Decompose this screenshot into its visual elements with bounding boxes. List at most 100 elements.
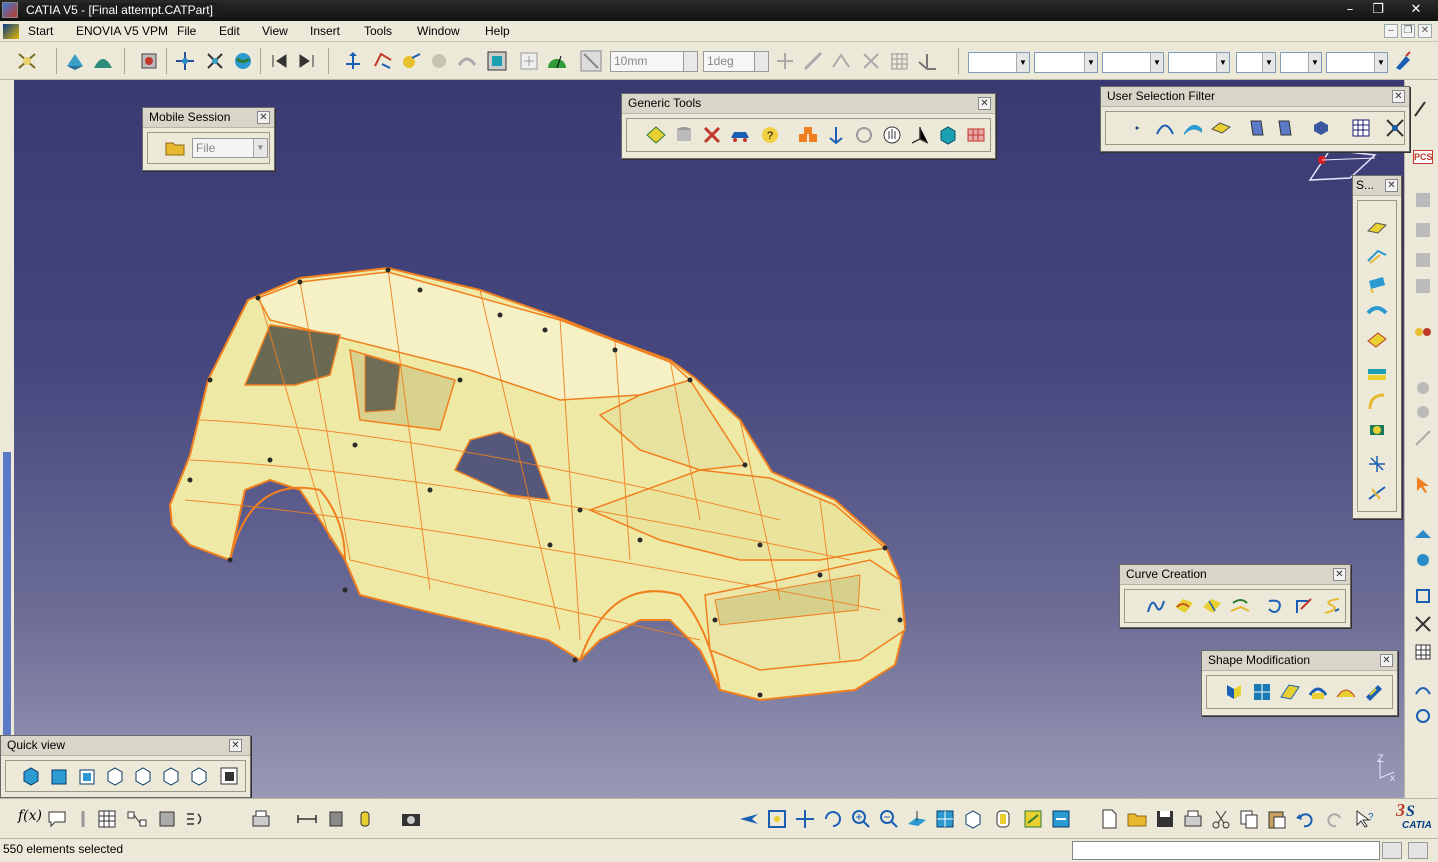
formula-icon[interactable]: f(x): [18, 808, 42, 830]
pan-icon[interactable]: [794, 808, 816, 830]
tree-tool-4-icon[interactable]: [1413, 276, 1433, 296]
menu-edit[interactable]: Edit: [219, 24, 240, 38]
doc-minimize-button[interactable]: –: [1384, 24, 1398, 38]
3d-curve-icon[interactable]: [1145, 595, 1167, 617]
group-filter-icon[interactable]: [1310, 117, 1332, 139]
mobile-session-header[interactable]: Mobile Session ✕: [143, 108, 274, 128]
normal-view-icon[interactable]: [906, 808, 928, 830]
match-surface-icon[interactable]: [1279, 681, 1301, 703]
grey-tool-4-icon[interactable]: [860, 50, 882, 72]
grid-filter-icon[interactable]: [1350, 117, 1372, 139]
print-3d-icon[interactable]: [250, 808, 272, 830]
status-button-1[interactable]: [1382, 842, 1402, 859]
hide-show-icon[interactable]: [1022, 808, 1044, 830]
doc-close-button[interactable]: ✕: [1418, 24, 1432, 38]
view-mode-icon[interactable]: [486, 50, 508, 72]
transparency-combo[interactable]: ▼: [1034, 52, 1098, 73]
right-view-icon[interactable]: [132, 765, 154, 787]
quick-view-close-button[interactable]: ✕: [229, 739, 242, 752]
table-icon[interactable]: [1413, 642, 1433, 662]
color-combo[interactable]: ▼: [968, 52, 1030, 73]
new-icon[interactable]: [1098, 808, 1120, 830]
menu-start[interactable]: Start: [28, 24, 53, 38]
zoom-area-icon[interactable]: [1413, 614, 1433, 634]
sketch-icon[interactable]: [400, 50, 422, 72]
mesh-icon[interactable]: [965, 124, 987, 146]
menu-help[interactable]: Help: [485, 24, 510, 38]
grey-tool-2-icon[interactable]: [802, 50, 824, 72]
curve-creation-header[interactable]: Curve Creation ✕: [1120, 565, 1350, 585]
cube-icon[interactable]: [937, 124, 959, 146]
render-style-combo[interactable]: ▼: [1326, 52, 1388, 73]
menu-insert[interactable]: Insert: [310, 24, 340, 38]
measure-inertia-icon[interactable]: [354, 808, 376, 830]
axis-display-icon[interactable]: [916, 50, 938, 72]
grey-tool-7-icon[interactable]: [1413, 428, 1433, 448]
measure-between-icon[interactable]: [296, 808, 318, 830]
measure-icon[interactable]: [1413, 706, 1433, 726]
volume-filter-icon[interactable]: [1210, 117, 1232, 139]
matching-curve-icon[interactable]: [1321, 595, 1343, 617]
globe-icon[interactable]: [232, 50, 254, 72]
render-mode-icon[interactable]: [992, 808, 1014, 830]
compass-tool-icon[interactable]: [174, 50, 196, 72]
undo-icon[interactable]: [1294, 808, 1316, 830]
mobile-session-combo[interactable]: File ▼: [192, 138, 268, 158]
top-view-icon[interactable]: [160, 765, 182, 787]
whats-this-icon[interactable]: ?: [1354, 808, 1376, 830]
generic-tools-close-button[interactable]: ✕: [978, 97, 991, 110]
paste-icon[interactable]: [1266, 808, 1288, 830]
close-button[interactable]: ✕: [1398, 0, 1434, 19]
grey-tool-1-icon[interactable]: [774, 50, 796, 72]
grey-tool-5-icon[interactable]: [1413, 378, 1433, 398]
car-icon[interactable]: [729, 124, 751, 146]
3d-viewport[interactable]: Z x: [14, 80, 1404, 798]
grey-tool-6-icon[interactable]: [1413, 402, 1433, 422]
swirl-icon[interactable]: [853, 124, 875, 146]
axis-tool-icon[interactable]: [909, 124, 931, 146]
fit-to-geometry-icon[interactable]: [1307, 681, 1329, 703]
rotate-icon[interactable]: [822, 808, 844, 830]
extrude-surface-icon[interactable]: [1366, 273, 1388, 295]
view-cube-icon[interactable]: [962, 808, 984, 830]
blend-curve-icon[interactable]: [1265, 595, 1287, 617]
feature-filter-1-icon[interactable]: [1246, 117, 1268, 139]
fly-mode-icon[interactable]: [738, 808, 760, 830]
relations-icon[interactable]: [126, 808, 148, 830]
snap-distance-field[interactable]: 10mm: [610, 51, 698, 72]
last-frame-icon[interactable]: [296, 50, 318, 72]
status-button-2[interactable]: [1408, 842, 1428, 859]
menu-window[interactable]: Window: [417, 24, 460, 38]
plane-icon[interactable]: [372, 50, 394, 72]
fit-all-icon[interactable]: [766, 808, 788, 830]
mobile-session-close-button[interactable]: ✕: [257, 111, 270, 124]
tree-tool-1-icon[interactable]: [1413, 190, 1433, 210]
isoparametric-curve-icon[interactable]: [1201, 595, 1223, 617]
comment-icon[interactable]: [46, 808, 68, 830]
trim-icon[interactable]: [1366, 481, 1388, 503]
hand-icon[interactable]: [881, 124, 903, 146]
delete-tool-icon[interactable]: [701, 124, 723, 146]
material-icon[interactable]: [138, 50, 160, 72]
zoom-in-icon[interactable]: [850, 808, 872, 830]
doc-restore-button[interactable]: ❐: [1401, 24, 1415, 38]
curve-on-surface-icon[interactable]: [1173, 595, 1195, 617]
front-view-icon[interactable]: [48, 765, 70, 787]
grey-tool-3-icon[interactable]: [830, 50, 852, 72]
zoom-out-icon[interactable]: [878, 808, 900, 830]
s-panel-close-button[interactable]: ✕: [1385, 179, 1398, 192]
database-icon[interactable]: [673, 124, 695, 146]
redo-icon[interactable]: [1324, 808, 1346, 830]
blend-surface-icon[interactable]: [1366, 363, 1388, 385]
snap-angle-field[interactable]: 1deg: [703, 51, 769, 72]
restore-button[interactable]: ❐: [1364, 0, 1392, 19]
help-icon[interactable]: ?: [759, 124, 781, 146]
surface-filter-icon[interactable]: [1182, 117, 1204, 139]
cut-icon[interactable]: [1210, 808, 1232, 830]
blocks-icon[interactable]: [797, 124, 819, 146]
minimize-button[interactable]: –: [1336, 0, 1364, 19]
analysis-1-icon[interactable]: [1413, 524, 1433, 544]
shape-design-icon[interactable]: [92, 50, 114, 72]
capture-icon[interactable]: [400, 808, 422, 830]
global-deformation-icon[interactable]: [1335, 681, 1357, 703]
